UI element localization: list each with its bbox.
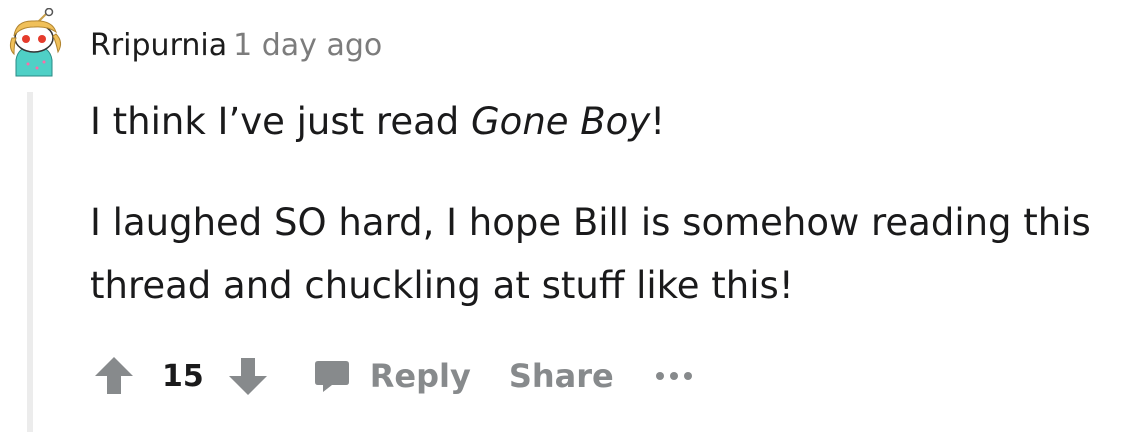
arrow-up-icon[interactable] [90,352,138,400]
more-options-button[interactable] [654,370,694,382]
vote-count: 15 [162,358,204,394]
share-label: Share [508,357,614,395]
reply-label: Reply [369,357,471,395]
comment-header: Rripurnia 1 day ago [90,26,382,66]
comment: Rripurnia 1 day ago I think I’ve just rea… [0,0,1140,447]
arrow-down-icon[interactable] [224,352,272,400]
comment-body: I think I’ve just read Gone Boy! I laugh… [90,90,1110,317]
comment-actions: 15 Reply Share [90,350,694,402]
thread-line[interactable] [27,92,33,432]
username[interactable]: Rripurnia [90,28,227,63]
book-title: Gone Boy [471,100,651,143]
speech-bubble-icon [314,361,349,392]
ellipsis-icon [655,372,692,380]
comment-paragraph-2: I laughed SO hard, I hope Bill is someho… [90,201,1091,307]
share-button[interactable]: Share [509,357,614,395]
comment-paragraph-1: I think I’ve just read Gone Boy! [90,100,666,143]
user-avatar[interactable] [4,8,66,78]
reply-button[interactable]: Reply [312,356,471,396]
timestamp[interactable]: 1 day ago [233,28,382,63]
